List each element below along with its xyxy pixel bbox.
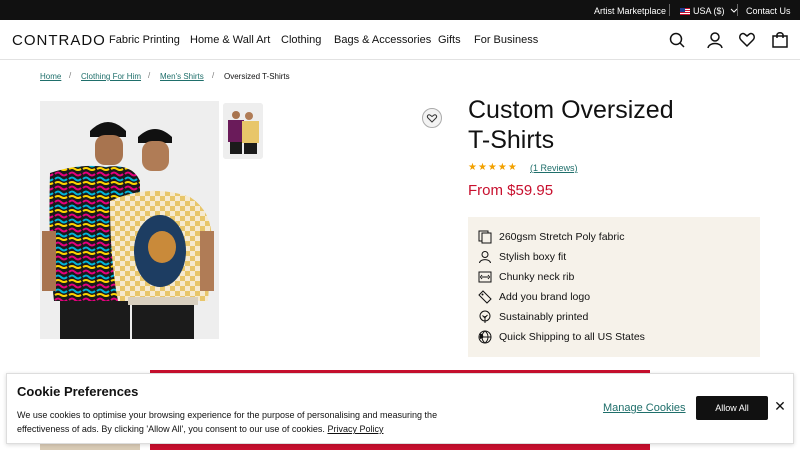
nav-fabric-printing[interactable]: Fabric Printing (109, 34, 180, 46)
close-icon[interactable]: ✕ (772, 398, 788, 414)
product-photo (42, 122, 214, 339)
product-title-line-2: T-Shirts (468, 126, 555, 154)
breadcrumb-clothing-for-him[interactable]: Clothing For Him (81, 72, 141, 81)
feature-item: Quick Shipping to all US States (478, 329, 645, 345)
nav-gifts[interactable]: Gifts (438, 34, 461, 46)
product-main-image[interactable] (40, 101, 219, 339)
heart-icon[interactable] (738, 31, 756, 49)
feature-text: Chunky neck rib (499, 271, 575, 283)
wishlist-button[interactable] (422, 108, 442, 128)
feature-item: 260gsm Stretch Poly fabric (478, 229, 624, 245)
reviews-link[interactable]: (1 Reviews) (530, 163, 578, 173)
us-flag-icon (680, 8, 690, 15)
rating-stars: ★★★★★ (468, 162, 518, 173)
breadcrumb-home[interactable]: Home (40, 72, 61, 81)
cookie-text: We use cookies to optimise your browsing… (17, 408, 477, 436)
feature-text: Add you brand logo (499, 291, 591, 303)
fabric-icon (478, 230, 492, 244)
main-nav: CONTRADO Fabric Printing Home & Wall Art… (0, 20, 800, 60)
eco-icon (479, 310, 491, 323)
thumbnail-photo (223, 103, 263, 159)
logo[interactable]: CONTRADO (12, 32, 106, 49)
nav-for-business[interactable]: For Business (474, 34, 538, 46)
heart-icon (426, 114, 438, 123)
breadcrumb-separator: / (212, 71, 215, 80)
contact-us-link[interactable]: Contact Us (746, 6, 791, 16)
divider (669, 4, 670, 16)
bag-icon[interactable] (771, 31, 789, 49)
manage-cookies-link[interactable]: Manage Cookies (603, 402, 686, 414)
currency-label: USA ($) (693, 6, 725, 16)
search-icon[interactable] (668, 31, 686, 49)
nav-home-wall-art[interactable]: Home & Wall Art (190, 34, 270, 46)
feature-text: Stylish boxy fit (499, 251, 567, 263)
breadcrumb-separator: / (148, 71, 151, 80)
cookie-banner: Cookie Preferences We use cookies to opt… (6, 373, 794, 444)
neck-rib-icon (478, 271, 492, 283)
product-thumbnail[interactable] (223, 103, 263, 159)
product-title: Custom Oversized T-Shirts (468, 95, 768, 155)
product-title-line-1: Custom Oversized (468, 96, 674, 124)
globe-icon (478, 330, 492, 344)
person-icon (479, 251, 491, 264)
breadcrumb-current: Oversized T-Shirts (224, 72, 290, 81)
top-bar: Artist Marketplace USA ($) Contact Us (0, 0, 800, 20)
feature-text: Sustainably printed (499, 311, 589, 323)
artist-marketplace-link[interactable]: Artist Marketplace (594, 6, 666, 16)
breadcrumb-separator: / (69, 71, 72, 80)
feature-item: Sustainably printed (478, 309, 588, 325)
breadcrumb-mens-shirts[interactable]: Men's Shirts (160, 72, 204, 81)
feature-text: 260gsm Stretch Poly fabric (499, 231, 625, 243)
nav-bags-accessories[interactable]: Bags & Accessories (334, 34, 431, 46)
tag-icon (478, 290, 492, 304)
feature-item: Add you brand logo (478, 289, 590, 305)
feature-text: Quick Shipping to all US States (499, 331, 645, 343)
product-price: From $59.95 (468, 182, 554, 199)
currency-selector[interactable]: USA ($) (680, 6, 738, 16)
allow-all-button[interactable]: Allow All (696, 396, 768, 420)
feature-item: Chunky neck rib (478, 269, 574, 285)
account-icon[interactable] (706, 31, 724, 49)
divider (737, 4, 738, 16)
features-panel: 260gsm Stretch Poly fabric Stylish boxy … (468, 217, 760, 357)
cookie-title: Cookie Preferences (17, 384, 139, 399)
nav-clothing[interactable]: Clothing (281, 34, 321, 46)
privacy-policy-link[interactable]: Privacy Policy (327, 424, 383, 434)
feature-item: Stylish boxy fit (478, 249, 566, 265)
